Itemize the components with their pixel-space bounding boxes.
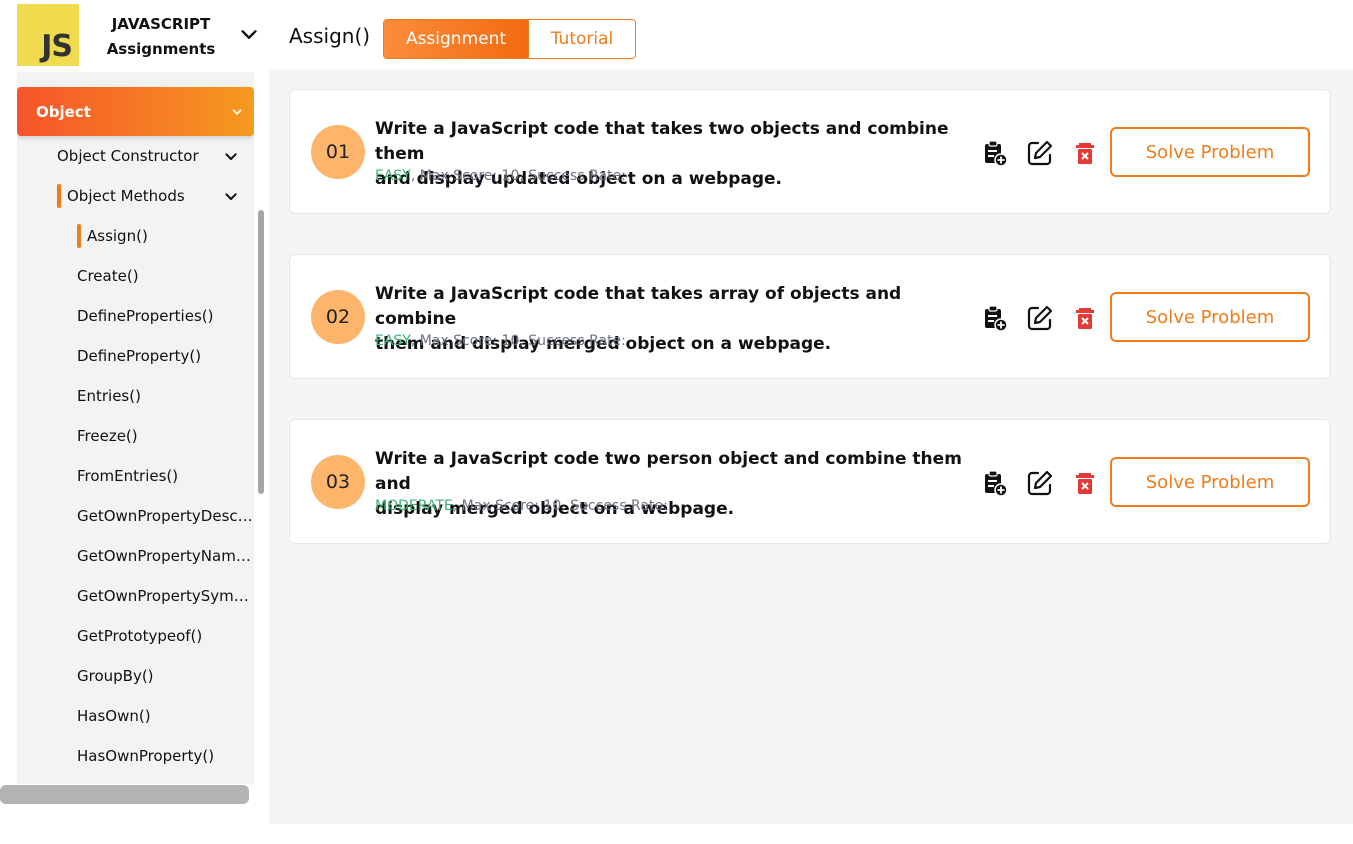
sidebar-category-object[interactable]: Object — [17, 87, 254, 136]
sidebar-item-create[interactable]: Create() — [77, 267, 254, 285]
solve-problem-button[interactable]: Solve Problem — [1110, 292, 1310, 342]
problem-number: 01 — [311, 125, 365, 179]
meta-text: , Max Score: 10, Success Rate: — [410, 333, 626, 349]
delete-icon[interactable] — [1070, 468, 1100, 498]
delete-icon[interactable] — [1070, 138, 1100, 168]
problem-line-1: Write a JavaScript code that takes array… — [375, 284, 902, 329]
app-brand[interactable]: JAVASCRIPT Assignments — [96, 12, 226, 62]
sidebar-item-defineproperty[interactable]: DefineProperty() — [77, 347, 254, 365]
sidebar-item-hasown[interactable]: HasOwn() — [77, 707, 254, 725]
clipboard-plus-icon[interactable] — [980, 468, 1010, 498]
chevron-down-icon — [232, 109, 242, 115]
solve-problem-button[interactable]: Solve Problem — [1110, 457, 1310, 507]
solve-problem-button[interactable]: Solve Problem — [1110, 127, 1310, 177]
edit-icon[interactable] — [1025, 303, 1055, 333]
sidebar-item-getownpropertydescriptor[interactable]: GetOwnPropertyDescri... — [77, 507, 254, 525]
difficulty-label: EASY — [375, 333, 411, 349]
problem-card: 03 Write a JavaScript code two person ob… — [289, 419, 1331, 544]
chevron-down-icon[interactable] — [223, 149, 239, 165]
sidebar: Object Object Constructor Object Methods… — [17, 72, 254, 784]
edit-icon[interactable] — [1025, 468, 1055, 498]
meta-text: , Max Score: 10, Success Rate: — [410, 168, 626, 184]
sidebar-item-assign[interactable]: Assign() — [87, 227, 254, 245]
problem-list: 01 Write a JavaScript code that takes tw… — [269, 69, 1353, 824]
problem-line-1: Write a JavaScript code that takes two o… — [375, 119, 949, 164]
problem-card: 01 Write a JavaScript code that takes tw… — [289, 89, 1331, 214]
problem-meta: MODERATE, Max Score: 10, Success Rate: — [375, 498, 668, 514]
page-title: Assign() — [289, 24, 371, 48]
clipboard-plus-icon[interactable] — [980, 303, 1010, 333]
view-tabs: Assignment Tutorial — [383, 19, 636, 59]
difficulty-label: EASY — [375, 168, 411, 184]
sidebar-sub-object-constructor[interactable]: Object Constructor — [57, 147, 199, 165]
sub-label: Object Methods — [67, 187, 185, 205]
brand-line-1: JAVASCRIPT — [111, 15, 211, 33]
sidebar-item-defineproperties[interactable]: DefineProperties() — [77, 307, 254, 325]
tab-tutorial[interactable]: Tutorial — [528, 20, 635, 58]
meta-text: , Max Score: 10, Success Rate: — [452, 498, 668, 514]
chevron-down-icon[interactable] — [238, 24, 260, 46]
sub-label: Object Constructor — [57, 147, 199, 165]
app-header: JS JAVASCRIPT Assignments Assign() Assig… — [0, 0, 1353, 72]
active-marker — [57, 184, 61, 208]
sidebar-item-hasownproperty[interactable]: HasOwnProperty() — [77, 747, 254, 765]
sidebar-item-getprototypeof[interactable]: GetPrototypeof() — [77, 627, 254, 645]
problem-meta: EASY, Max Score: 10, Success Rate: — [375, 168, 626, 184]
sidebar-vertical-scrollbar[interactable] — [258, 210, 264, 494]
problem-line-1: Write a JavaScript code two person objec… — [375, 449, 962, 494]
sidebar-gutter — [0, 72, 17, 844]
sidebar-item-groupby[interactable]: GroupBy() — [77, 667, 254, 685]
problem-number: 03 — [311, 455, 365, 509]
category-label: Object — [36, 102, 91, 121]
chevron-down-icon[interactable] — [223, 189, 239, 205]
problem-meta: EASY, Max Score: 10, Success Rate: — [375, 333, 626, 349]
problem-number: 02 — [311, 290, 365, 344]
edit-icon[interactable] — [1025, 138, 1055, 168]
sidebar-item-freeze[interactable]: Freeze() — [77, 427, 254, 445]
clipboard-plus-icon[interactable] — [980, 138, 1010, 168]
sidebar-item-fromentries[interactable]: FromEntries() — [77, 467, 254, 485]
active-marker — [77, 224, 81, 248]
sidebar-horizontal-scrollbar[interactable] — [0, 785, 249, 804]
js-logo: JS — [17, 4, 79, 66]
delete-icon[interactable] — [1070, 303, 1100, 333]
sidebar-sub-object-methods[interactable]: Object Methods — [67, 187, 185, 205]
difficulty-label: MODERATE — [375, 498, 453, 514]
sidebar-item-getownpropertysymbols[interactable]: GetOwnPropertySymbol. — [77, 587, 254, 605]
logo-text: JS — [41, 29, 73, 64]
tab-assignment[interactable]: Assignment — [384, 20, 528, 58]
sidebar-item-getownpropertynames[interactable]: GetOwnPropertyNames( — [77, 547, 254, 565]
sidebar-item-entries[interactable]: Entries() — [77, 387, 254, 405]
problem-card: 02 Write a JavaScript code that takes ar… — [289, 254, 1331, 379]
brand-line-2: Assignments — [106, 40, 216, 58]
